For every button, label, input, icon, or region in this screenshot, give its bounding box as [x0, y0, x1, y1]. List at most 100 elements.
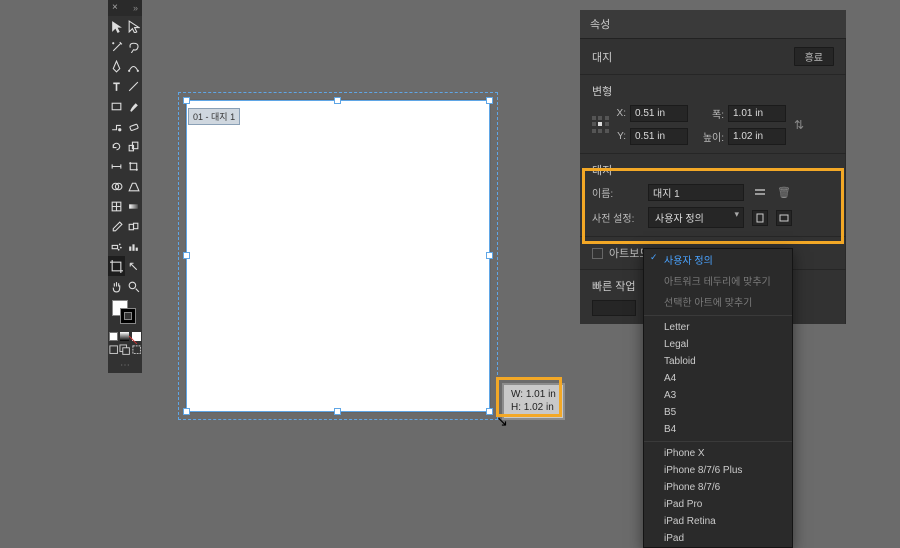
blend-tool[interactable] [125, 216, 142, 236]
dropdown-item[interactable]: B4 [644, 421, 792, 438]
toolbar-header[interactable]: × » [108, 0, 142, 16]
resize-handle-bc[interactable] [334, 408, 341, 415]
shaper-tool[interactable] [108, 116, 125, 136]
w-input[interactable] [728, 105, 786, 122]
variant-button[interactable]: 흥료 [794, 47, 834, 66]
toolbar-more[interactable]: ⋯ [108, 358, 142, 373]
draw-behind-icon[interactable] [119, 342, 130, 358]
artboard-delete-icon[interactable]: 🗑 [776, 185, 792, 201]
h-label: 높이: [692, 129, 724, 144]
preset-label: 사전 설정: [592, 210, 640, 225]
stroke-swatch[interactable] [120, 308, 136, 324]
dropdown-item[interactable]: B5 [644, 404, 792, 421]
artboard-label[interactable]: 01 - 대지 1 [188, 108, 240, 125]
preset-portrait-icon[interactable] [752, 210, 768, 226]
line-tool[interactable] [125, 76, 142, 96]
tooltip-h-label: H: [511, 402, 521, 413]
quick-actions-placeholder[interactable] [592, 300, 636, 316]
object-type-label: 대지 [592, 49, 612, 65]
selection-tool[interactable] [108, 16, 125, 36]
eraser-tool[interactable] [125, 116, 142, 136]
gradient-tool[interactable] [125, 196, 142, 216]
eyedropper-tool[interactable] [108, 216, 125, 236]
y-input[interactable] [630, 128, 688, 145]
transform-heading: 변형 [592, 83, 834, 99]
close-icon[interactable]: × [112, 3, 118, 13]
draw-normal-icon[interactable] [108, 342, 119, 358]
dropdown-item[interactable]: iPhone X [644, 445, 792, 462]
transform-section: 변형 X: 폭: ⇅ Y: 높이: [580, 75, 846, 154]
artboard-props-section: 대지 이름: 🗑 사전 설정: 사용자 정의 [580, 154, 846, 237]
x-input[interactable] [630, 105, 688, 122]
resize-handle-tl[interactable] [183, 97, 190, 104]
pen-tool[interactable] [108, 56, 125, 76]
panel-tab-properties[interactable]: 속성 [580, 10, 846, 39]
artboard-name-input[interactable] [648, 184, 744, 201]
resize-handle-tr[interactable] [486, 97, 493, 104]
preset-dropdown[interactable]: 사용자 정의 아트워크 테두리에 맞추기 선택한 아트에 맞추기 LetterL… [643, 248, 793, 548]
zoom-tool[interactable] [125, 276, 142, 296]
y-label: Y: [614, 131, 626, 142]
preset-select[interactable]: 사용자 정의 [648, 207, 744, 228]
shape-builder-tool[interactable] [108, 176, 125, 196]
width-tool[interactable] [108, 156, 125, 176]
rectangle-tool[interactable] [108, 96, 125, 116]
color-mode-row[interactable] [108, 330, 142, 342]
artboard-tool[interactable] [108, 256, 125, 276]
dropdown-item[interactable]: iPad Pro [644, 496, 792, 513]
artboard-section-heading: 대지 [592, 162, 834, 178]
hand-tool[interactable] [108, 276, 125, 296]
magic-wand-tool[interactable] [108, 36, 125, 56]
dropdown-item[interactable]: Tabloid [644, 353, 792, 370]
resize-handle-br[interactable] [486, 408, 493, 415]
artboard-options-icon[interactable] [752, 185, 768, 201]
x-label: X: [614, 108, 626, 119]
type-tool[interactable] [108, 76, 125, 96]
w-label: 폭: [692, 106, 724, 121]
reference-point-grid[interactable] [592, 116, 610, 134]
perspective-tool[interactable] [125, 176, 142, 196]
free-transform-tool[interactable] [125, 156, 142, 176]
dropdown-item[interactable]: iPad [644, 530, 792, 547]
dropdown-item[interactable]: A4 [644, 370, 792, 387]
tooltip-w-value: 1.01 in [526, 389, 556, 400]
artboard-name-label: 이름: [592, 185, 640, 200]
dropdown-item-fit-bounds[interactable]: 아트워크 테두리에 맞추기 [644, 270, 792, 291]
tools-toolbar: × » ⋯ [108, 0, 142, 373]
dropdown-item[interactable]: A3 [644, 387, 792, 404]
tooltip-w-label: W: [511, 389, 523, 400]
artboard-canvas[interactable]: 01 - 대지 1 [186, 100, 490, 412]
direct-selection-tool[interactable] [125, 16, 142, 36]
paintbrush-tool[interactable] [125, 96, 142, 116]
link-wh-icon[interactable]: ⇅ [794, 118, 804, 132]
move-artwork-checkbox[interactable] [592, 248, 603, 259]
dropdown-item[interactable]: Legal [644, 336, 792, 353]
curvature-tool[interactable] [125, 56, 142, 76]
resize-handle-rc[interactable] [486, 252, 493, 259]
dropdown-separator [644, 441, 792, 442]
resize-handle-bl[interactable] [183, 408, 190, 415]
dropdown-item[interactable]: Letter [644, 319, 792, 336]
slice-tool[interactable] [125, 256, 142, 276]
resize-handle-tc[interactable] [334, 97, 341, 104]
column-graph-tool[interactable] [125, 236, 142, 256]
scale-tool[interactable] [125, 136, 142, 156]
lasso-tool[interactable] [125, 36, 142, 56]
selection-outline [186, 100, 490, 412]
tooltip-h-value: 1.02 in [524, 402, 554, 413]
screen-mode-row[interactable] [108, 342, 142, 358]
dropdown-item[interactable]: iPad Retina [644, 513, 792, 530]
mesh-tool[interactable] [108, 196, 125, 216]
preset-landscape-icon[interactable] [776, 210, 792, 226]
dropdown-item-selected[interactable]: 사용자 정의 [644, 249, 792, 270]
dropdown-item[interactable]: iPhone 8/7/6 Plus [644, 462, 792, 479]
color-swatches[interactable] [108, 296, 142, 330]
rotate-tool[interactable] [108, 136, 125, 156]
symbol-sprayer-tool[interactable] [108, 236, 125, 256]
collapse-icon[interactable]: » [133, 3, 138, 13]
dropdown-item[interactable]: iPhone 8/7/6 [644, 479, 792, 496]
dropdown-separator [644, 315, 792, 316]
h-input[interactable] [728, 128, 786, 145]
resize-handle-lc[interactable] [183, 252, 190, 259]
dropdown-item-fit-selected[interactable]: 선택한 아트에 맞추기 [644, 291, 792, 312]
